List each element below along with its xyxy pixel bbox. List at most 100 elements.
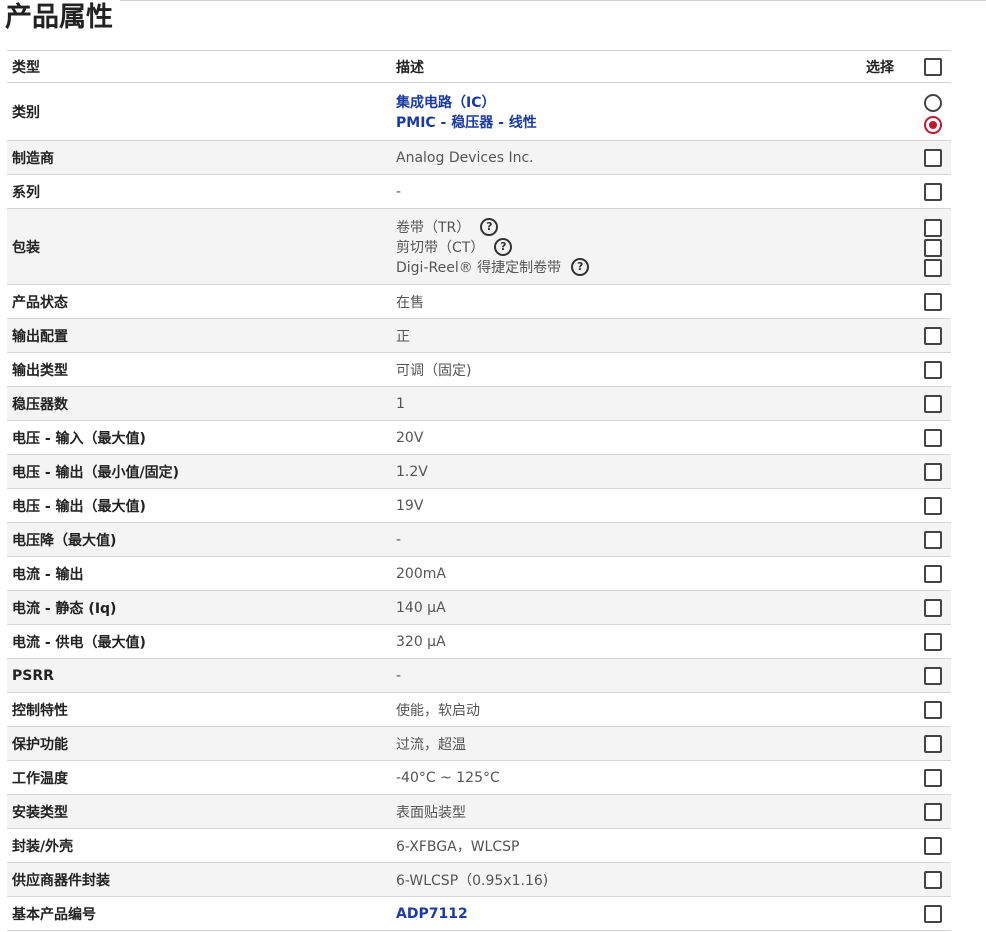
category-radio-cell	[913, 83, 951, 141]
row-select-checkbox-cell	[913, 353, 951, 387]
row-label: 制造商	[12, 150, 54, 167]
row-select-checkbox[interactable]	[924, 802, 942, 821]
row-value: 集成电路（IC） PMIC - 稳压器 - 线性	[391, 83, 861, 141]
row-select-checkbox[interactable]	[924, 530, 942, 549]
row-select-checkbox-cell	[913, 557, 951, 591]
row-value: 320 µA	[396, 633, 446, 650]
table-row-packaging: 包装 卷带（TR）? 剪切带（CT）? Digi-Reel® 得捷定制卷带?	[7, 208, 951, 285]
row-value-cell: 20V	[391, 421, 861, 455]
row-select-checkbox[interactable]	[924, 496, 942, 515]
packaging-option-checkbox[interactable]	[924, 258, 942, 277]
row-value: 可调（固定)	[396, 362, 472, 379]
row-value: 20V	[396, 429, 424, 446]
table-row: 工作温度 -40°C ~ 125°C	[7, 761, 951, 795]
category-link-pmic[interactable]: PMIC - 稳压器 - 线性	[396, 112, 861, 132]
row-value: 表面贴装型	[396, 804, 466, 821]
question-circle-icon[interactable]: ?	[571, 257, 590, 276]
row-select-checkbox-cell	[913, 625, 951, 659]
row-label: 输出类型	[12, 362, 68, 379]
row-select-checkbox-cell	[913, 863, 951, 897]
row-select-checkbox[interactable]	[924, 428, 942, 447]
row-select-checkbox[interactable]	[924, 666, 942, 685]
row-select-checkbox[interactable]	[924, 292, 942, 311]
category-link-ic[interactable]: 集成电路（IC）	[396, 92, 861, 112]
row-label: 电压降（最大值)	[12, 532, 117, 549]
select-all-cell	[913, 51, 951, 83]
packaging-option-checkbox[interactable]	[924, 238, 942, 257]
row-label: 供应商器件封装	[12, 872, 110, 889]
row-select-checkbox[interactable]	[924, 360, 942, 379]
row-select-checkbox-cell	[913, 693, 951, 727]
row-value-cell: -40°C ~ 125°C	[391, 761, 861, 795]
row-select-checkbox[interactable]	[924, 870, 942, 889]
row-value: 1.2V	[396, 463, 428, 480]
header-description: 描述	[396, 59, 424, 76]
row-label: 电流 - 静态 (Iq)	[12, 600, 117, 617]
table-row: 保护功能 过流，超温	[7, 726, 951, 761]
row-value: Analog Devices Inc.	[396, 149, 534, 166]
row-value: 140 µA	[396, 599, 446, 616]
row-select-checkbox[interactable]	[924, 768, 942, 787]
row-label: 安装类型	[12, 804, 68, 821]
row-value-cell: 正	[391, 319, 861, 353]
table-row: 控制特性 使能，软启动	[7, 693, 951, 727]
question-circle-icon[interactable]: ?	[480, 217, 499, 236]
row-label: 产品状态	[12, 294, 68, 311]
row-value-cell: 19V	[391, 489, 861, 523]
row-select-checkbox[interactable]	[924, 326, 942, 345]
table-row: PSRR -	[7, 658, 951, 693]
row-select-checkbox-cell	[913, 319, 951, 353]
row-select-checkbox-cell	[913, 387, 951, 421]
question-circle-icon[interactable]: ?	[494, 237, 513, 256]
table-row: 电压降（最大值) -	[7, 522, 951, 557]
row-select-checkbox[interactable]	[924, 564, 942, 583]
row-label: 基本产品编号	[12, 906, 96, 923]
base-product-number-link[interactable]: ADP7112	[396, 906, 861, 922]
table-row: 电压 - 输出（最大值) 19V	[7, 489, 951, 523]
category-radio-pmic[interactable]	[924, 115, 942, 134]
category-radio-ic[interactable]	[924, 93, 942, 112]
row-select-checkbox[interactable]	[924, 598, 942, 617]
row-select-checkbox-cell	[913, 659, 951, 693]
row-select-checkbox-cell	[913, 175, 951, 209]
row-label: 类别	[12, 104, 40, 121]
row-select-checkbox-cell	[913, 591, 951, 625]
packaging-option: Digi-Reel® 得捷定制卷带?	[396, 257, 861, 277]
table-row-category: 类别 集成电路（IC） PMIC - 稳压器 - 线性	[7, 83, 951, 141]
row-label: 电压 - 输出（最大值)	[12, 498, 146, 515]
row-value-cell: 320 µA	[391, 625, 861, 659]
packaging-option-label: 卷带（TR）	[396, 219, 471, 236]
row-label: 输出配置	[12, 328, 68, 345]
row-select-checkbox[interactable]	[924, 182, 942, 201]
table-row: 电流 - 输出 200mA	[7, 557, 951, 591]
row-select-checkbox[interactable]	[924, 148, 942, 167]
select-all-checkbox[interactable]	[924, 57, 942, 76]
row-value: -	[396, 667, 402, 684]
table-row: 产品状态 在售	[7, 285, 951, 319]
row-value-cell: 可调（固定)	[391, 353, 861, 387]
row-label: 电压 - 输入（最大值)	[12, 430, 146, 447]
row-value-cell: 在售	[391, 285, 861, 319]
row-select-checkbox[interactable]	[924, 734, 942, 753]
row-select-checkbox[interactable]	[924, 632, 942, 651]
row-select-checkbox[interactable]	[924, 904, 942, 923]
row-value: 过流，超温	[396, 736, 466, 753]
row-select-checkbox-cell	[913, 489, 951, 523]
header-type: 类型	[12, 59, 40, 76]
row-select-checkbox[interactable]	[924, 394, 942, 413]
row-select-checkbox[interactable]	[924, 700, 942, 719]
packaging-option-checkbox[interactable]	[924, 218, 942, 237]
row-label: 封装/外壳	[12, 838, 74, 855]
row-label: 系列	[12, 184, 40, 201]
row-value: 19V	[396, 497, 424, 514]
row-select-checkbox[interactable]	[924, 836, 942, 855]
row-select-checkbox[interactable]	[924, 462, 942, 481]
table-row: 稳压器数 1	[7, 386, 951, 421]
row-select-checkbox-cell	[913, 285, 951, 319]
row-value-cell: 140 µA	[391, 591, 861, 625]
table-row: 封装/外壳 6-XFBGA，WLCSP	[7, 829, 951, 863]
row-value: 正	[396, 328, 410, 345]
header-select: 选择	[866, 59, 894, 76]
table-row: 供应商器件封装 6-WLCSP（0.95x1.16)	[7, 862, 951, 897]
table-row: 输出配置 正	[7, 318, 951, 353]
